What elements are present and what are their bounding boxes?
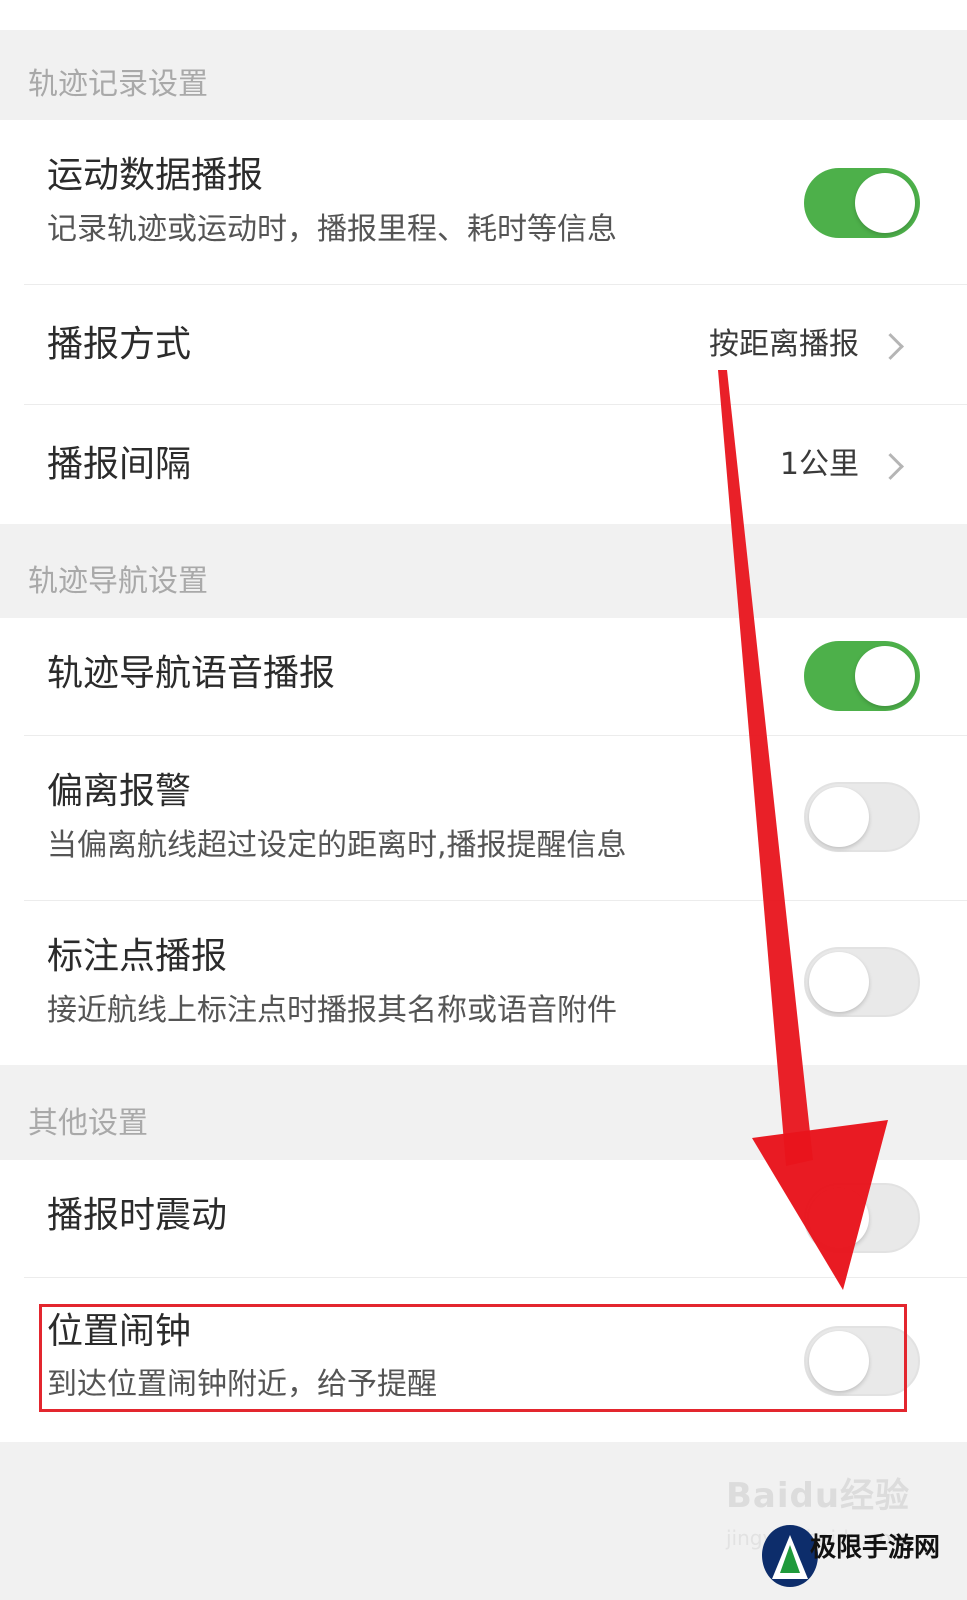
highlight-box — [39, 1304, 907, 1412]
arrow-shaft — [718, 370, 813, 1166]
baidu-watermark: Baidu经验 — [726, 1476, 911, 1516]
site-name: 极限手游网 — [810, 1533, 941, 1563]
arrow-head — [752, 1120, 888, 1290]
